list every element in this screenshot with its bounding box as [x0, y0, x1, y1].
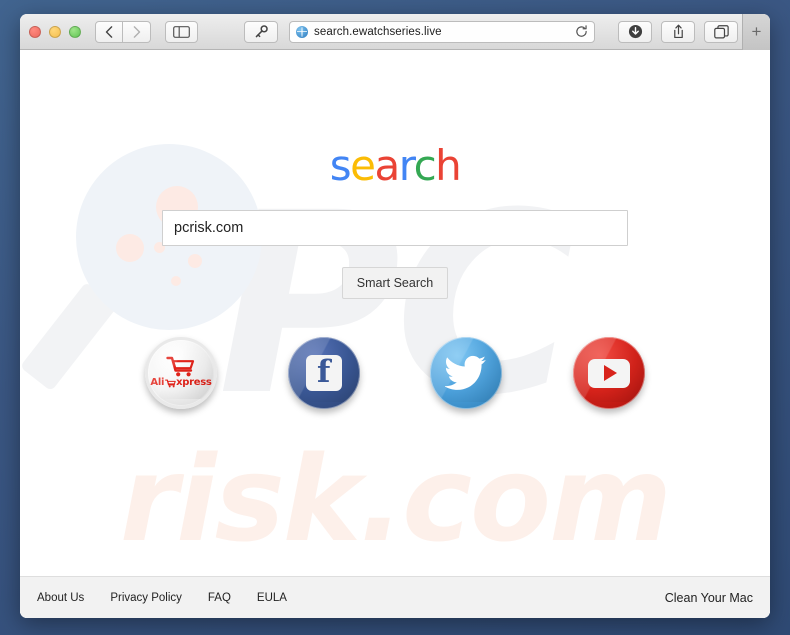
- twitter-bird-icon: [445, 355, 487, 390]
- aliexpress-wordmark: Ali xpress: [150, 378, 211, 388]
- toolbar-right-actions: [618, 20, 738, 43]
- close-window-button[interactable]: [29, 25, 41, 38]
- footer-link-about-us[interactable]: About Us: [37, 592, 84, 604]
- logo-letter-4: c: [413, 141, 437, 190]
- logo-letter-3: r: [398, 141, 415, 190]
- play-triangle-icon: [603, 365, 617, 381]
- chevron-right-icon: [133, 25, 140, 38]
- aliexpress-word-xpress: xpress: [176, 377, 212, 388]
- logo-letter-0: s: [329, 141, 352, 190]
- navigation-buttons: [95, 20, 151, 43]
- youtube-icon: [587, 358, 630, 388]
- search-input[interactable]: [162, 210, 628, 246]
- footer-link-eula[interactable]: EULA: [257, 592, 287, 604]
- forward-button[interactable]: [123, 20, 151, 43]
- sidebar-icon: [173, 25, 190, 38]
- tab-overview-button[interactable]: [704, 20, 738, 43]
- shortcut-twitter[interactable]: [430, 337, 503, 409]
- share-icon: [673, 24, 683, 39]
- desktop-background: search.ewatchseries.live + PC risk.com s…: [0, 0, 790, 635]
- footer-link-privacy-policy[interactable]: Privacy Policy: [110, 592, 182, 604]
- search-form: Smart Search: [162, 210, 628, 299]
- minimize-window-button[interactable]: [49, 25, 61, 38]
- address-bar[interactable]: search.ewatchseries.live: [289, 20, 595, 43]
- clean-your-mac-link[interactable]: Clean Your Mac: [665, 591, 753, 605]
- sidebar-toggle-button[interactable]: [165, 20, 198, 43]
- shortcut-facebook[interactable]: f: [287, 337, 360, 409]
- address-url-text: search.ewatchseries.live: [314, 25, 442, 38]
- chevron-left-icon: [105, 25, 113, 38]
- browser-toolbar: search.ewatchseries.live +: [20, 14, 770, 50]
- facebook-icon: f: [305, 355, 342, 391]
- zoom-window-button[interactable]: [69, 25, 81, 38]
- passwords-autofill-button[interactable]: [244, 20, 278, 43]
- search-logo: search: [330, 145, 462, 187]
- footer-link-faq[interactable]: FAQ: [208, 592, 231, 604]
- globe-icon: [296, 25, 308, 38]
- web-page-content: PC risk.com search Smart Search: [20, 50, 770, 618]
- logo-letter-2: a: [374, 141, 400, 190]
- shopping-cart-icon: [166, 356, 195, 377]
- page-footer: About Us Privacy Policy FAQ EULA Clean Y…: [20, 576, 770, 618]
- social-shortcuts: Ali xpress f: [145, 337, 645, 409]
- window-traffic-lights: [29, 25, 81, 38]
- new-tab-button[interactable]: +: [742, 14, 770, 50]
- logo-letter-1: e: [350, 141, 376, 190]
- footer-links: About Us Privacy Policy FAQ EULA: [37, 592, 287, 604]
- page-main-column: search Smart Search: [20, 50, 770, 618]
- share-button[interactable]: [661, 20, 695, 43]
- download-icon: [628, 24, 642, 39]
- shortcut-youtube[interactable]: [572, 337, 645, 409]
- back-button[interactable]: [95, 20, 123, 43]
- aliexpress-cart-e-icon: [164, 379, 176, 387]
- shortcut-aliexpress[interactable]: Ali xpress: [145, 337, 217, 409]
- tabs-icon: [713, 24, 729, 38]
- key-icon: [255, 25, 268, 38]
- downloads-button[interactable]: [618, 20, 652, 43]
- reload-icon[interactable]: [575, 25, 588, 38]
- smart-search-button[interactable]: Smart Search: [341, 267, 449, 299]
- aliexpress-word-ali: Ali: [150, 377, 165, 388]
- logo-letter-5: h: [435, 141, 462, 190]
- safari-browser-window: search.ewatchseries.live + PC risk.com s…: [20, 14, 770, 618]
